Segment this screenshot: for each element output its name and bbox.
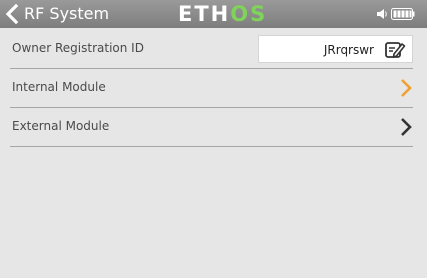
row-label-internal-module: Internal Module [12,80,106,94]
row-label-external-module: External Module [12,119,110,133]
row-label-owner-registration-id: Owner Registration ID [12,41,144,55]
logo-text-accent: OS [230,2,268,26]
back-chevron-icon [5,4,19,24]
owner-registration-id-value: JRrqrswr [323,43,374,57]
settings-list: Owner Registration ID JRrqrswr Internal … [0,28,427,278]
top-bar: RF System ETHOS [0,0,427,28]
owner-registration-id-field[interactable]: JRrqrswr [258,35,413,63]
ethos-logo: ETHOS [178,1,267,27]
row-owner-registration-id: Owner Registration ID JRrqrswr [10,30,413,69]
chevron-right-icon[interactable] [399,78,413,98]
row-external-module[interactable]: External Module [10,108,413,147]
page-title: RF System [24,4,110,23]
battery-icon [391,8,415,20]
chevron-right-icon[interactable] [399,117,413,137]
speaker-icon [377,9,387,19]
logo-text: ETH [178,2,231,26]
row-internal-module[interactable]: Internal Module [10,69,413,108]
edit-icon[interactable] [384,39,406,61]
status-area [376,7,415,21]
